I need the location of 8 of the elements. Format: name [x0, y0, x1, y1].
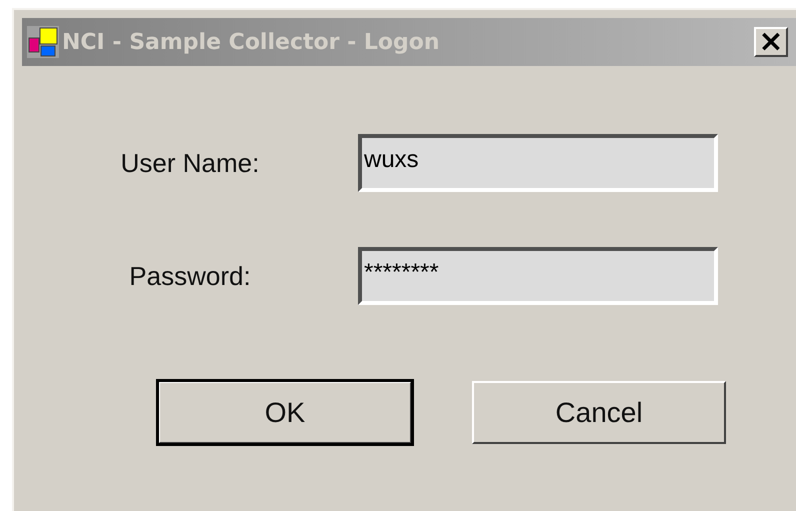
dialog-button[interactable]: OK	[158, 381, 412, 444]
field-label: Password:	[128, 260, 252, 292]
input-field[interactable]: wuxs	[358, 134, 718, 192]
input-field[interactable]: ********	[358, 247, 718, 305]
window-title: NCI - Sample Collector - Logon	[62, 30, 441, 54]
app-icon	[26, 25, 60, 59]
dialog-button[interactable]: Cancel	[472, 381, 726, 444]
field-label: User Name:	[120, 148, 260, 178]
